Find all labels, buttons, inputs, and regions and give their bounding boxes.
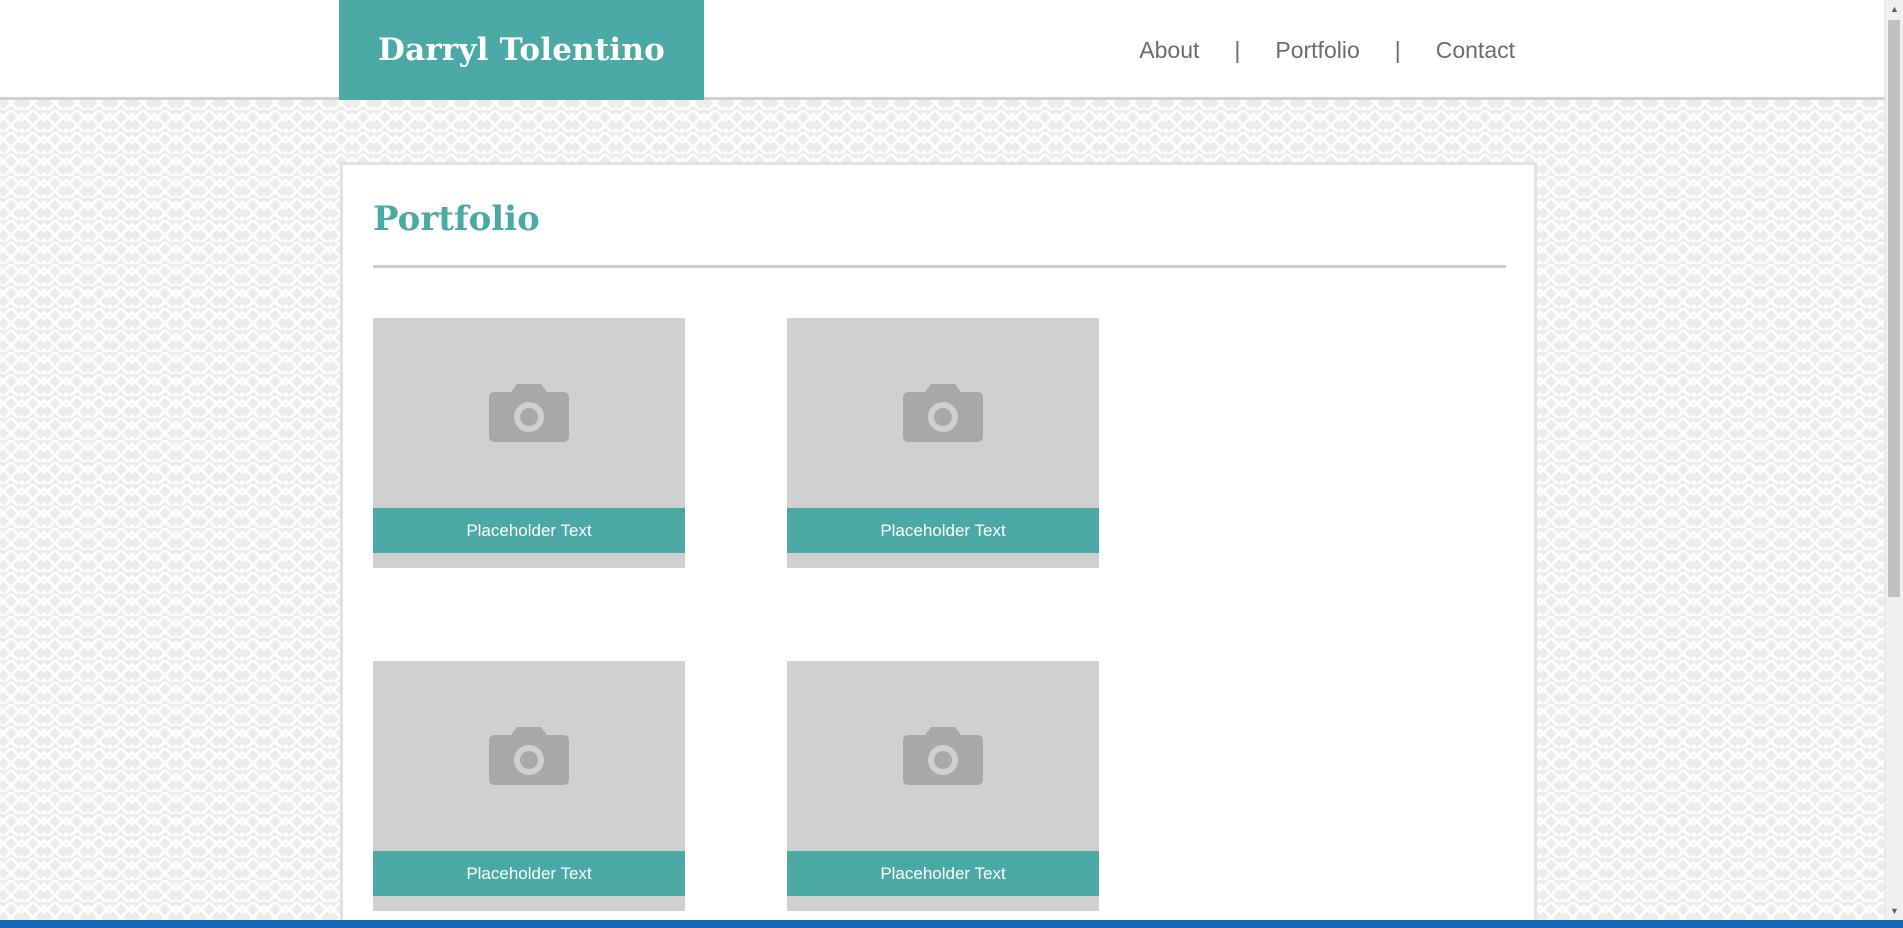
- nav-link-contact[interactable]: Contact: [1436, 37, 1515, 64]
- title-divider: [373, 265, 1506, 268]
- card-thumbnail: [373, 318, 685, 508]
- brand-name: Darryl Tolentino: [378, 32, 665, 68]
- camera-icon: [903, 384, 983, 442]
- card-thumbnail: [787, 661, 1099, 851]
- scroll-up-arrow-icon[interactable]: ▲: [1885, 0, 1903, 18]
- vertical-scrollbar[interactable]: ▲ ▼: [1884, 0, 1903, 920]
- page-title: Portfolio: [373, 199, 540, 239]
- scroll-down-arrow-icon[interactable]: ▼: [1885, 902, 1903, 920]
- camera-icon: [489, 384, 569, 442]
- nav-link-about[interactable]: About: [1139, 37, 1199, 64]
- portfolio-card[interactable]: Placeholder Text: [373, 661, 685, 911]
- camera-icon: [903, 727, 983, 785]
- taskbar-edge: [0, 920, 1903, 928]
- nav-link-portfolio[interactable]: Portfolio: [1275, 37, 1359, 64]
- brand-logo[interactable]: Darryl Tolentino: [339, 0, 704, 100]
- card-caption: Placeholder Text: [373, 508, 685, 553]
- portfolio-panel: Portfolio Placeholder Text Placeholder T…: [340, 162, 1537, 928]
- card-caption: Placeholder Text: [373, 851, 685, 896]
- camera-icon: [489, 727, 569, 785]
- portfolio-card[interactable]: Placeholder Text: [787, 318, 1099, 568]
- nav-separator: |: [1234, 36, 1241, 63]
- main-nav: About | Portfolio | Contact: [1139, 0, 1515, 100]
- card-caption: Placeholder Text: [787, 508, 1099, 553]
- nav-separator: |: [1394, 36, 1401, 63]
- scrollbar-thumb[interactable]: [1888, 20, 1900, 597]
- card-thumbnail: [787, 318, 1099, 508]
- site-header: Darryl Tolentino About | Portfolio | Con…: [0, 0, 1884, 100]
- card-thumbnail: [373, 661, 685, 851]
- portfolio-card[interactable]: Placeholder Text: [373, 318, 685, 568]
- portfolio-card[interactable]: Placeholder Text: [787, 661, 1099, 911]
- card-caption: Placeholder Text: [787, 851, 1099, 896]
